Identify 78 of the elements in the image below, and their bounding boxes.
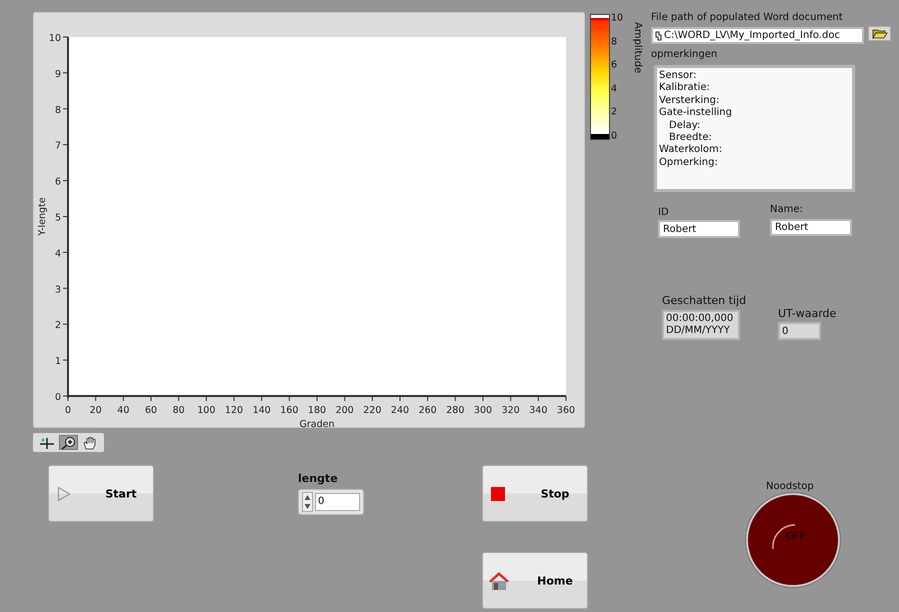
tick-label: 320: [502, 405, 520, 416]
tick-label: 80: [172, 405, 185, 416]
time-text: DD/MM/YYYY: [666, 325, 730, 337]
tick-label: 60: [144, 405, 158, 416]
field-label: Name:: [770, 204, 803, 215]
tick-label: 160: [280, 405, 298, 416]
crosshair-icon: [38, 436, 55, 450]
tick-label: 340: [529, 405, 548, 416]
remarks-line: Kalibratie:: [659, 82, 710, 95]
tick-label: 140: [252, 405, 271, 416]
tick-label: 180: [308, 405, 326, 416]
tick-label: 20: [90, 405, 102, 416]
hand-icon: [82, 436, 98, 450]
tick-label: 6: [54, 176, 61, 188]
remarks-line: Opmerking:: [659, 156, 718, 170]
tick-label: 240: [390, 405, 410, 416]
tick-label: 10: [48, 33, 61, 44]
tick-label: 220: [363, 405, 382, 416]
home-button[interactable]: Home: [482, 552, 588, 609]
tick-label: 0: [64, 405, 72, 416]
remarks-field[interactable]: Sensor: Kalibratie: Versterking: Gate-instelling Delay: Breedte: Waterkolom: Opmerking:: [654, 65, 855, 192]
field-label: ID: [658, 207, 669, 218]
time-text: 00:00:00,000: [666, 313, 734, 325]
tick-label: 2: [611, 106, 618, 118]
x-axis-label: Graden: [300, 419, 334, 428]
zoom-tool[interactable]: [58, 435, 78, 450]
field-label: opmerkingen: [651, 49, 718, 60]
remarks-line: Waterkolom:: [659, 144, 722, 157]
path-field[interactable]: C:\WORD_LV\My_Imported_Info.doc: [651, 27, 864, 44]
field-label: File path of populated Word document: [651, 12, 843, 23]
increment-arrows[interactable]: [302, 492, 313, 512]
ut-indicator: 0: [778, 322, 821, 340]
tick-label: 300: [474, 405, 492, 416]
id-field[interactable]: Robert: [658, 220, 740, 238]
remarks-line: Gate-instelling: [659, 107, 732, 120]
y-axis-label: Y-lengte: [37, 197, 48, 236]
name-field[interactable]: Robert: [770, 219, 852, 236]
stop-button[interactable]: Stop: [482, 465, 588, 522]
start-button[interactable]: Start: [48, 465, 154, 522]
remarks-line: Delay:: [669, 120, 700, 132]
tick-label: 100: [197, 405, 216, 416]
field-label: Noodstop: [766, 481, 814, 492]
field-label: Geschatten tijd: [662, 294, 746, 307]
tick-label: 7: [54, 140, 61, 152]
tick-label: 200: [336, 405, 354, 416]
play-icon: [57, 486, 71, 502]
tick-label: 10: [611, 12, 624, 24]
field-label: lengte: [298, 472, 338, 485]
zoom-icon: [60, 436, 76, 450]
tick-label: 40: [117, 405, 130, 416]
tick-label: 0: [611, 130, 618, 142]
field-label: UT-waarde: [778, 307, 836, 320]
tick-label: 0: [54, 392, 61, 403]
stop-icon: [491, 486, 505, 500]
tick-label: 8: [611, 36, 618, 48]
tick-label: 260: [418, 405, 437, 416]
folder-icon: [872, 28, 888, 39]
tick-label: 4: [611, 83, 618, 94]
tick-label: 3: [54, 284, 61, 296]
remarks-line: Sensor:: [659, 70, 696, 82]
cursor-tool[interactable]: [37, 435, 57, 450]
house-icon: [488, 570, 510, 590]
tick-label: 4: [54, 248, 61, 260]
scale-label: Amplitude: [632, 22, 643, 74]
tick-label: 1: [54, 356, 61, 368]
tick-label: 5: [54, 212, 61, 224]
tick-label: 360: [556, 405, 576, 416]
remarks-line: Versterking:: [659, 94, 720, 107]
path-icon: [655, 30, 662, 40]
browse-button[interactable]: [868, 26, 891, 41]
tick-label: 6: [611, 60, 618, 71]
tick-label: 8: [54, 104, 61, 116]
tick-label: 2: [54, 320, 61, 332]
remarks-line: Breedte:: [669, 132, 712, 144]
tick-label: 280: [446, 405, 464, 416]
length-field[interactable]: 0: [315, 493, 360, 511]
tick-label: 9: [54, 68, 61, 80]
tick-label: 120: [224, 405, 244, 416]
